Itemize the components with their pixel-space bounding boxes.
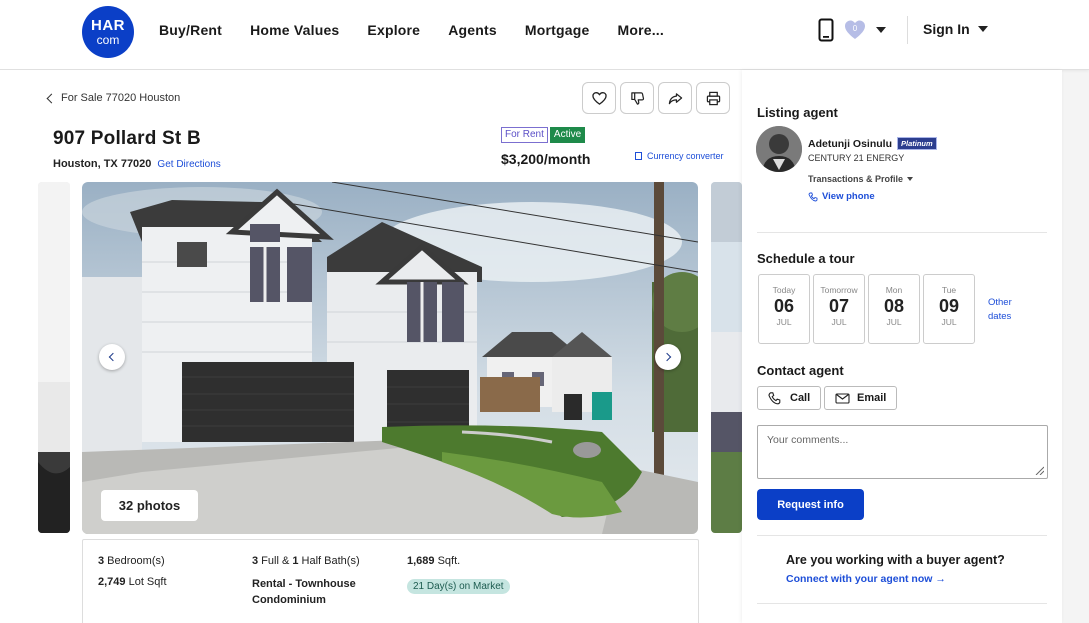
share-button[interactable] — [658, 82, 692, 114]
listing-main: For Sale 77020 Houston 907 Pollard St B … — [0, 70, 742, 623]
active-badge: Active — [549, 127, 586, 143]
email-button[interactable]: Email — [824, 386, 898, 410]
view-phone-label: View phone — [822, 191, 875, 202]
tour-day-mon[interactable]: Mon 08 JUL — [868, 274, 920, 344]
listing-agent-title: Listing agent — [757, 105, 838, 120]
chevron-down-icon — [977, 26, 988, 32]
get-directions-link[interactable]: Get Directions — [157, 159, 220, 170]
platinum-badge: Platinum — [897, 137, 937, 150]
nav-buy-rent[interactable]: Buy/Rent — [159, 22, 222, 38]
nav-mortgage[interactable]: Mortgage — [525, 22, 590, 38]
logo-text-top: HAR — [91, 17, 125, 34]
for-rent-badge: For Rent — [501, 127, 548, 143]
fact-bathrooms: 3 Full & 1 Half Bath(s) — [252, 555, 360, 567]
days-on-market: 21 Day(s) on Market — [407, 579, 510, 594]
agent-avatar[interactable] — [756, 126, 802, 172]
chevron-left-icon — [46, 93, 57, 103]
back-link-label: For Sale 77020 Houston — [61, 92, 181, 104]
tour-date-picker: Today 06 JUL Tomorrow 07 JUL Mon 08 JUL Tue 09 J… — [758, 274, 975, 344]
print-button[interactable] — [696, 82, 730, 114]
favorite-button[interactable] — [582, 82, 616, 114]
share-icon — [668, 92, 682, 104]
nav-explore[interactable]: Explore — [367, 22, 420, 38]
site-header: HAR com Buy/Rent Home Values Explore Age… — [0, 0, 1089, 70]
agent-name-text: Adetunji Osinulu — [808, 137, 892, 150]
back-link[interactable]: For Sale 77020 Houston — [46, 92, 181, 104]
favorites-dropdown-icon[interactable] — [876, 27, 886, 33]
view-phone-link[interactable]: View phone — [808, 191, 875, 202]
sign-in-menu[interactable]: Sign In — [923, 21, 988, 37]
favorites-count: 0 — [852, 24, 858, 33]
agent-name[interactable]: Adetunji Osinulu Platinum — [808, 137, 937, 150]
mobile-phone-icon[interactable] — [818, 18, 834, 42]
fact-bedrooms: 3 Bedroom(s) — [98, 555, 165, 567]
fact-property-type: Rental - Townhouse Condominium — [252, 578, 356, 606]
logo-text-bottom: com — [96, 33, 120, 47]
tour-day-today[interactable]: Today 06 JUL — [758, 274, 810, 344]
email-label: Email — [857, 392, 887, 404]
phone-icon — [808, 192, 818, 201]
agent-company: CENTURY 21 ENERGY — [808, 153, 905, 163]
heart-icon — [591, 91, 607, 105]
currency-converter-label: Currency converter — [647, 151, 724, 161]
main-listing-photo[interactable]: 32 photos — [82, 182, 698, 534]
other-dates-link[interactable]: Other dates — [988, 296, 1028, 324]
connect-agent-link[interactable]: Connect with your agent now → — [786, 573, 946, 585]
house-photo — [82, 182, 698, 534]
comments-textarea[interactable] — [757, 425, 1048, 479]
agent-panel: Listing agent Adetunji Osinulu Platinum … — [742, 70, 1062, 623]
phone-icon — [768, 391, 781, 404]
nav-home-values[interactable]: Home Values — [250, 22, 339, 38]
next-photo-preview[interactable] — [711, 182, 742, 533]
listing-city: Houston, TX 77020 Get Directions — [53, 158, 221, 170]
call-label: Call — [790, 392, 811, 404]
contact-agent-title: Contact agent — [757, 363, 844, 378]
chevron-right-icon — [662, 352, 672, 362]
dislike-button[interactable] — [620, 82, 654, 114]
city-line: Houston, TX 77020 — [53, 158, 152, 170]
envelope-icon — [835, 392, 850, 404]
header-divider — [907, 16, 908, 44]
schedule-tour-title: Schedule a tour — [757, 251, 855, 266]
listing-address: 907 Pollard St B — [53, 128, 201, 149]
tour-day-tomorrow[interactable]: Tomorrow 07 JUL — [813, 274, 865, 344]
main-nav: Buy/Rent Home Values Explore Agents Mort… — [159, 22, 664, 38]
request-info-button[interactable]: Request info — [757, 489, 864, 520]
currency-converter-link[interactable]: Currency converter — [635, 151, 724, 161]
next-photo-button[interactable] — [655, 344, 681, 370]
chevron-left-icon — [108, 352, 118, 362]
panel-divider — [757, 232, 1047, 233]
call-button[interactable]: Call — [757, 386, 822, 410]
buyer-agent-question: Are you working with a buyer agent? — [786, 553, 1005, 567]
nav-more[interactable]: More... — [617, 22, 664, 38]
chevron-down-icon — [907, 177, 914, 181]
resize-grip-icon[interactable] — [1034, 465, 1044, 475]
panel-divider — [757, 535, 1047, 536]
transactions-profile-dropdown[interactable]: Transactions & Profile — [808, 174, 914, 184]
fact-sqft: 1,689 Sqft. — [407, 555, 461, 567]
listing-price: $3,200/month — [501, 151, 591, 167]
transactions-profile-label: Transactions & Profile — [808, 174, 904, 184]
previous-photo-preview[interactable] — [38, 182, 70, 533]
listing-actions — [582, 82, 730, 114]
nav-agents[interactable]: Agents — [448, 22, 497, 38]
har-logo[interactable]: HAR com — [82, 6, 134, 58]
panel-divider — [757, 603, 1047, 604]
listing-facts: 3 Bedroom(s) 3 Full & 1 Half Bath(s) 1,6… — [82, 539, 699, 623]
previous-photo-button[interactable] — [99, 344, 125, 370]
header-tools: 0 — [818, 18, 886, 42]
favorites-heart-icon[interactable]: 0 — [844, 19, 866, 41]
calculator-icon — [635, 152, 642, 160]
tour-day-tue[interactable]: Tue 09 JUL — [923, 274, 975, 344]
thumbs-down-icon — [630, 91, 644, 105]
printer-icon — [706, 91, 720, 105]
status-badges: For Rent Active — [501, 127, 586, 143]
sign-in-label: Sign In — [923, 21, 970, 37]
view-all-photos-button[interactable]: 32 photos — [101, 490, 198, 521]
fact-lot-size: 2,749 Lot Sqft — [98, 576, 167, 588]
